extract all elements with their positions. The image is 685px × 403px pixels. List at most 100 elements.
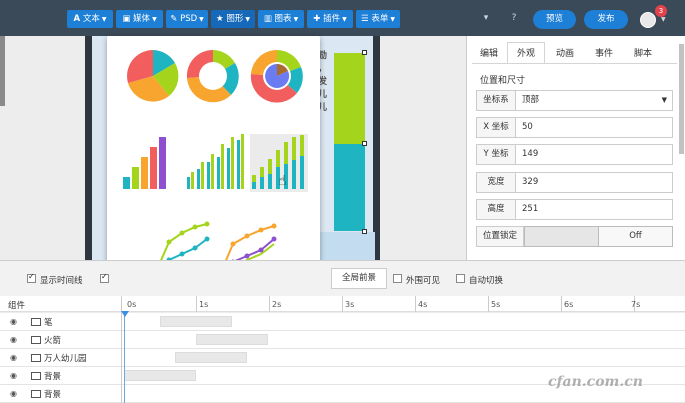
chevron-down-icon[interactable]: ▼ (661, 16, 666, 23)
tab-script[interactable]: 脚本 (623, 42, 663, 64)
chevron-down-icon: ▼ (101, 16, 107, 23)
grouped-bar-option[interactable] (187, 134, 244, 189)
tick-line (196, 296, 197, 312)
canvas-decoration (320, 232, 375, 260)
star-icon: ★ (216, 14, 224, 24)
shape-menu-button[interactable]: ★ 图形 ▼ (211, 10, 255, 28)
donut-chart-option[interactable] (186, 49, 239, 103)
tick-label: 5s (491, 300, 501, 309)
trash-icon[interactable]: ▾ (480, 12, 492, 24)
form-menu-button[interactable]: ☰ 表单 ▼ (356, 10, 400, 28)
text-icon: A (73, 14, 81, 24)
width-input[interactable]: 329 (515, 172, 673, 193)
y-label: Y 坐标 (476, 144, 516, 165)
eye-icon[interactable]: ◉ (10, 335, 17, 344)
layer-duration-bar[interactable] (175, 352, 247, 363)
resize-handle[interactable] (362, 229, 367, 234)
eye-icon[interactable]: ◉ (10, 389, 17, 398)
pie-chart-option[interactable] (127, 50, 179, 102)
bar-chart-icon: ▥ (263, 14, 272, 24)
tick-label: 2s (272, 300, 282, 309)
help-icon[interactable]: ? (508, 12, 520, 24)
chevron-down-icon: ▼ (390, 16, 395, 23)
coord-system-label: 坐标系 (476, 90, 516, 111)
width-label: 宽度 (476, 172, 516, 193)
image-icon (31, 318, 41, 326)
selected-shape-bottom[interactable] (334, 144, 365, 231)
nested-pie-option[interactable] (250, 49, 303, 103)
list-icon: ☰ (361, 14, 369, 24)
section-title: 位置和尺寸 (480, 76, 526, 86)
panel-scrollbar[interactable] (679, 44, 684, 154)
x-input[interactable]: 50 (515, 117, 673, 138)
image-icon: ▣ (122, 14, 131, 24)
y-input[interactable]: 149 (515, 144, 673, 165)
tick-label: 0s (127, 300, 137, 309)
coord-system-select[interactable]: 顶部 ▼ (515, 90, 673, 111)
auto-switch-label: 自动切换 (469, 276, 504, 286)
preview-button[interactable]: 预览 (533, 10, 576, 29)
chevron-down-icon: ▼ (342, 16, 347, 23)
playhead[interactable] (124, 312, 125, 403)
resize-handle[interactable] (362, 141, 367, 146)
chevron-down-icon: ▼ (152, 16, 157, 23)
hand-cursor-icon: ☝ (278, 173, 287, 189)
watermark: cfan.com.cn (548, 374, 643, 390)
eye-icon[interactable]: ◉ (10, 371, 17, 380)
layer-duration-bar[interactable] (160, 316, 232, 327)
tick-label: 3s (345, 300, 355, 309)
layer-duration-bar[interactable] (196, 334, 268, 345)
plugin-menu-button[interactable]: ✚ 插件 ▼ (307, 10, 353, 28)
components-header: 组件 (8, 301, 26, 311)
image-icon (31, 354, 41, 362)
tab-animation[interactable]: 动画 (546, 42, 584, 64)
publish-button[interactable]: 发布 (584, 10, 628, 29)
chart-menu-button[interactable]: ▥ 图表 ▼ (258, 10, 304, 28)
global-foreground-button[interactable]: 全局前景 (331, 268, 387, 289)
chevron-down-icon: ▼ (245, 16, 250, 23)
tab-appearance[interactable]: 外观 (507, 42, 545, 64)
tick-line (488, 296, 489, 312)
eye-icon[interactable]: ◉ (10, 353, 17, 362)
tab-divider (472, 63, 677, 64)
text-menu-button[interactable]: A 文本 ▼ (67, 10, 113, 28)
bar-chart-option[interactable] (123, 137, 166, 189)
selected-shape-top[interactable] (334, 53, 365, 144)
tab-events[interactable]: 事件 (586, 42, 622, 64)
layer-row[interactable]: ◉ 笔 (0, 313, 685, 331)
tick-line (561, 296, 562, 312)
lock-toggle-off[interactable]: Off (598, 226, 673, 247)
tick-label: 7s (631, 300, 641, 309)
brush-icon: ✎ (170, 14, 178, 24)
outside-visible-label: 外围可见 (406, 276, 441, 286)
outside-visible-checkbox[interactable] (393, 274, 402, 283)
layer-duration-bar[interactable] (124, 370, 196, 381)
tick-line (342, 296, 343, 312)
auto-switch-checkbox[interactable] (456, 274, 465, 283)
height-label: 高度 (476, 199, 516, 220)
option-checkbox[interactable] (100, 272, 109, 283)
tick-line (269, 296, 270, 312)
chart-options-grid (123, 49, 304, 273)
chevron-down-icon: ▼ (293, 16, 299, 23)
plug-icon: ✚ (313, 14, 321, 24)
image-icon (31, 390, 41, 398)
lock-label: 位置锁定 (476, 226, 524, 247)
playhead-marker-icon[interactable] (121, 311, 129, 317)
layer-row[interactable]: ◉ 万人幼儿园 (0, 349, 685, 367)
eye-icon[interactable]: ◉ (10, 317, 17, 326)
avatar[interactable] (640, 12, 656, 28)
layer-row[interactable]: ◉ 火箭 (0, 331, 685, 349)
chevron-down-icon: ▼ (661, 96, 667, 104)
image-icon (31, 372, 41, 380)
show-timeline-checkbox[interactable] (27, 272, 36, 283)
tick-line (415, 296, 416, 312)
left-scrollbar[interactable] (0, 36, 5, 106)
resize-handle[interactable] (362, 50, 367, 55)
show-timeline-label: 显示时间线 (40, 276, 83, 286)
media-menu-button[interactable]: ▣ 媒体 ▼ (116, 10, 163, 28)
psd-menu-button[interactable]: ✎ PSD ▼ (166, 10, 208, 28)
tab-edit[interactable]: 编辑 (472, 42, 506, 64)
height-input[interactable]: 251 (515, 199, 673, 220)
image-icon (31, 336, 41, 344)
